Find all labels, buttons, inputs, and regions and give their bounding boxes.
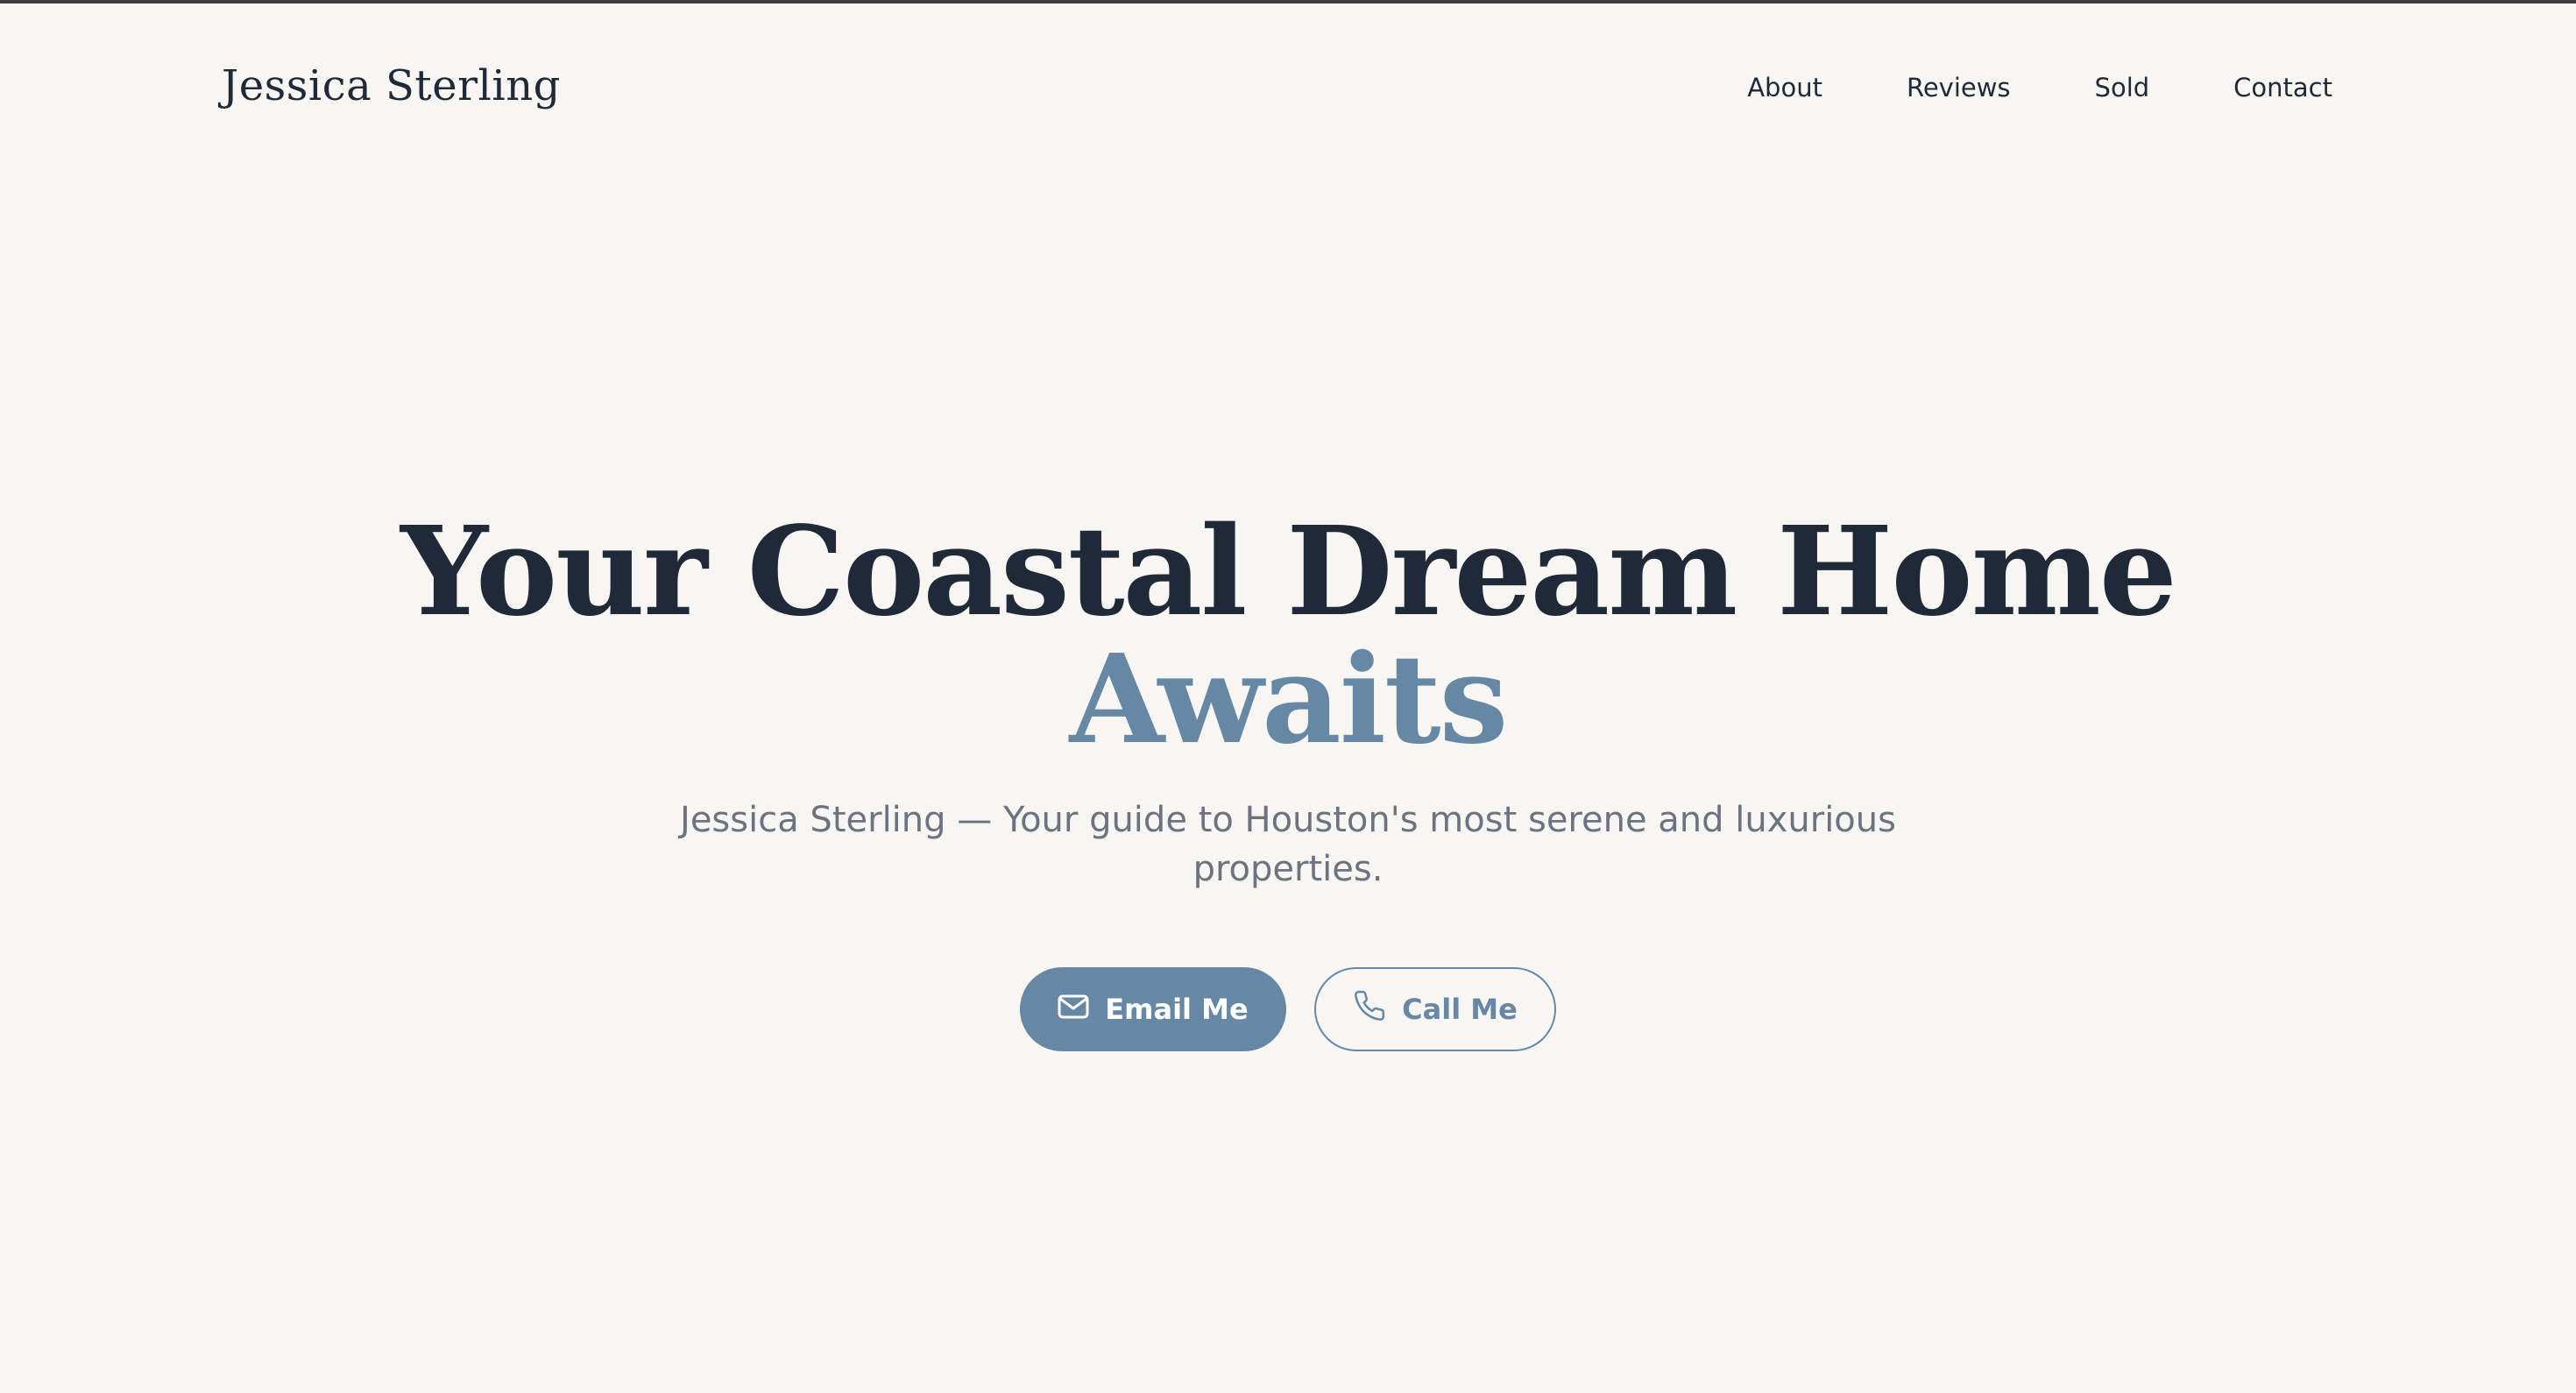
nav-contact-link[interactable]: Contact [2233, 65, 2332, 110]
nav-about-link[interactable]: About [1747, 65, 1822, 110]
main-nav: About Reviews Sold Contact [1747, 65, 2332, 110]
hero-title: Your Coastal Dream Home Awaits [0, 508, 2576, 764]
phone-icon [1353, 989, 1386, 1029]
call-me-label: Call Me [1402, 993, 1518, 1026]
email-me-button[interactable]: Email Me [1020, 967, 1286, 1051]
call-me-button[interactable]: Call Me [1314, 967, 1556, 1051]
nav-sold-link[interactable]: Sold [2095, 65, 2150, 110]
hero-actions: Email Me Call Me [0, 967, 2576, 1051]
email-me-label: Email Me [1105, 993, 1249, 1026]
hero-title-line1: Your Coastal Dream Home [400, 500, 2177, 644]
mail-icon [1058, 993, 1089, 1026]
hero-title-accent: Awaits [1069, 628, 1509, 772]
nav-reviews-link[interactable]: Reviews [1907, 65, 2011, 110]
hero-subtitle: Jessica Sterling — Your guide to Houston… [680, 800, 1896, 889]
brand-logo-text[interactable]: Jessica Sterling [222, 54, 561, 117]
top-border [0, 0, 2576, 4]
